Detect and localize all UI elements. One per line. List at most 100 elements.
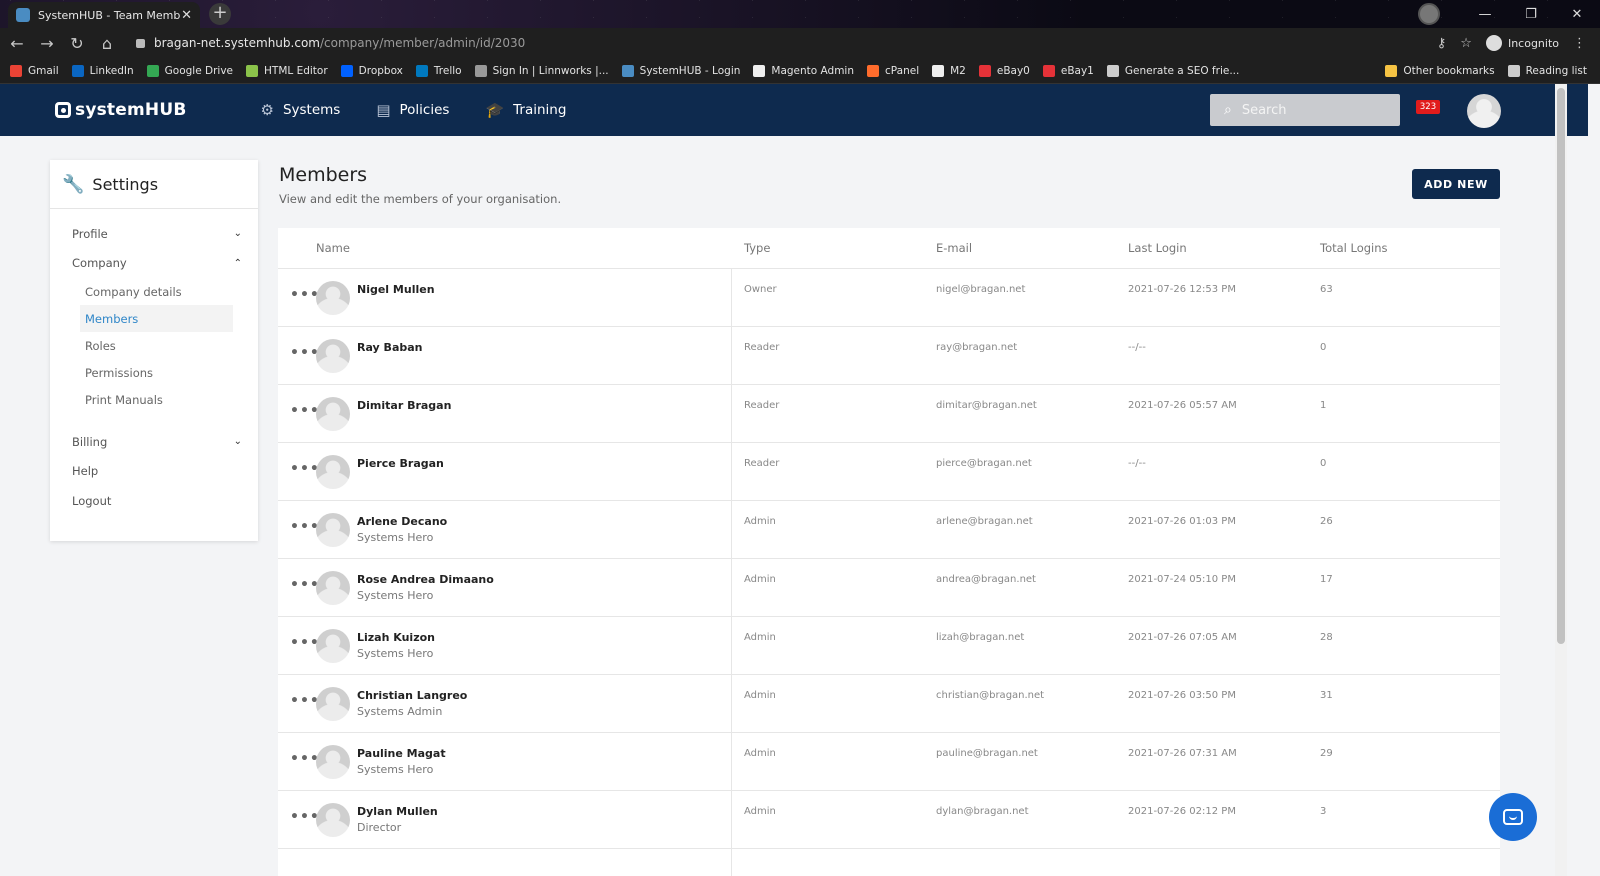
url-path: /company/member/admin/id/2030 <box>319 36 526 50</box>
bookmark-item[interactable]: Sign In | Linnworks |... <box>474 64 609 77</box>
table-row[interactable]: ••• Dylan Mullen Director Admin dylan@bragan… <box>278 791 1500 849</box>
bookmark-favicon-icon <box>978 64 991 77</box>
reload-icon[interactable]: ↻ <box>64 34 90 53</box>
forward-arrow-icon[interactable]: → <box>34 34 60 53</box>
member-name[interactable]: Rose Andrea Dimaano <box>357 573 494 586</box>
bookmark-label: Reading list <box>1525 64 1587 77</box>
table-row[interactable]: ••• Dimitar Bragan Reader dimitar@bragan.ne… <box>278 385 1500 443</box>
sidebar-item-logout[interactable]: Logout <box>50 486 258 516</box>
sidebar-item-help[interactable]: Help <box>50 457 258 487</box>
member-name[interactable]: Pierce Bragan <box>357 457 444 470</box>
star-icon[interactable]: ☆ <box>1460 36 1472 51</box>
member-name[interactable]: Dimitar Bragan <box>357 399 451 412</box>
bookmark-item[interactable]: Other bookmarks <box>1385 64 1495 77</box>
search-input[interactable] <box>1241 102 1382 118</box>
restore-button[interactable]: ❐ <box>1508 7 1554 22</box>
browser-tab[interactable]: SystemHUB - Team Members ✕ <box>8 2 200 28</box>
bookmark-item[interactable]: Magento Admin <box>753 64 854 77</box>
bookmark-item[interactable]: M2 <box>932 64 966 77</box>
sidebar-item-permissions[interactable]: Permissions <box>80 359 233 386</box>
bookmark-item[interactable]: Dropbox <box>340 64 403 77</box>
column-header-name[interactable]: Name <box>316 241 350 255</box>
url-field[interactable]: bragan-net.systemhub.com/company/member/… <box>154 36 525 50</box>
column-header-type[interactable]: Type <box>744 241 770 255</box>
member-name[interactable]: Ray Baban <box>357 341 423 354</box>
bookmark-item[interactable]: Generate a SEO frie... <box>1106 64 1239 77</box>
back-arrow-icon[interactable]: ← <box>4 34 30 53</box>
sidebar-item-profile[interactable]: Profile ⌄ <box>50 219 258 249</box>
new-tab-button[interactable]: + <box>209 3 231 25</box>
member-avatar <box>316 687 350 721</box>
table-row[interactable]: ••• Rose Andrea Dimaano Systems Hero Admin a… <box>278 559 1500 617</box>
window-close-button[interactable]: ✕ <box>1554 7 1600 22</box>
incognito-indicator[interactable]: Incognito <box>1485 35 1559 51</box>
bookmark-item[interactable]: eBay0 <box>978 64 1030 77</box>
table-row[interactable]: ••• Nigel Mullen Owner nigel@bragan.net 2021… <box>278 269 1500 327</box>
tab-close-icon[interactable]: ✕ <box>181 8 192 23</box>
column-header-last-login[interactable]: Last Login <box>1128 241 1187 255</box>
bookmark-label: eBay0 <box>996 64 1030 77</box>
nav-systems[interactable]: ⚙ Systems <box>260 101 340 119</box>
table-row[interactable]: ••• Lizah Kuizon Systems Hero Admin lizah@br… <box>278 617 1500 675</box>
nav-policies[interactable]: ▤ Policies <box>376 101 449 119</box>
member-name[interactable]: Dylan Mullen <box>357 805 438 818</box>
address-bar-actions: ⚷ ☆ Incognito ⋮ <box>1437 35 1586 51</box>
sidebar-item-members[interactable]: Members <box>80 305 233 332</box>
table-row[interactable]: ••• Pierce Bragan Reader pierce@bragan.net -… <box>278 443 1500 501</box>
user-avatar[interactable] <box>1467 94 1501 128</box>
sidebar-item-company-details[interactable]: Company details <box>80 278 233 305</box>
bookmark-item[interactable]: Trello <box>415 64 462 77</box>
key-icon[interactable]: ⚷ <box>1437 36 1447 51</box>
chat-launcher-button[interactable] <box>1489 793 1537 841</box>
member-last-login: 2021-07-26 02:12 PM <box>1128 806 1236 817</box>
bookmark-item[interactable]: Google Drive <box>146 64 233 77</box>
settings-header: 🔧 Settings <box>50 160 258 209</box>
add-new-button[interactable]: ADD NEW <box>1412 169 1500 199</box>
home-icon[interactable]: ⌂ <box>94 34 120 53</box>
bookmark-label: Sign In | Linnworks |... <box>492 64 609 77</box>
sidebar-item-company[interactable]: Company ⌃ <box>50 249 258 279</box>
member-total-logins: 29 <box>1320 748 1333 759</box>
bookmark-item[interactable]: Reading list <box>1507 64 1587 77</box>
member-last-login: 2021-07-26 05:57 AM <box>1128 400 1237 411</box>
browser-profile-icon[interactable] <box>1418 3 1440 25</box>
bookmark-item[interactable]: LinkedIn <box>71 64 134 77</box>
notification-badge[interactable]: 323 <box>1416 100 1440 114</box>
systemhub-logo[interactable]: systemHUB <box>55 100 186 120</box>
member-name[interactable]: Christian Langreo <box>357 689 467 702</box>
minimize-button[interactable]: — <box>1462 7 1508 22</box>
bookmark-item[interactable]: cPanel <box>867 64 919 77</box>
sidebar-item-billing[interactable]: Billing ⌄ <box>50 427 258 457</box>
bookmark-item[interactable]: Gmail <box>10 64 59 77</box>
member-total-logins: 28 <box>1320 632 1333 643</box>
bookmark-item[interactable]: eBay1 <box>1042 64 1094 77</box>
member-name[interactable]: Pauline Magat <box>357 747 446 760</box>
sidebar-item-print-manuals[interactable]: Print Manuals <box>80 386 233 413</box>
bookmark-item[interactable]: SystemHUB - Login <box>621 64 740 77</box>
member-name[interactable]: Lizah Kuizon <box>357 631 435 644</box>
member-name[interactable]: Nigel Mullen <box>357 283 435 296</box>
member-avatar <box>316 281 350 315</box>
table-row[interactable]: ••• Christian Langreo Systems Admin Admin ch… <box>278 675 1500 733</box>
bookmark-favicon-icon <box>146 64 159 77</box>
scrollbar-thumb[interactable] <box>1557 88 1565 644</box>
lock-icon[interactable] <box>136 38 145 48</box>
member-total-logins: 0 <box>1320 458 1327 469</box>
member-role: Systems Admin <box>357 705 443 718</box>
nav-training[interactable]: 🎓 Training <box>485 101 566 119</box>
sidebar-item-roles[interactable]: Roles <box>80 332 233 359</box>
chat-icon <box>1503 809 1523 825</box>
table-row[interactable]: ••• Ray Baban Reader ray@bragan.net --/-- 0 <box>278 327 1500 385</box>
table-row[interactable]: ••• Arlene Decano Systems Hero Admin arlene@… <box>278 501 1500 559</box>
column-header-email[interactable]: E-mail <box>936 241 972 255</box>
table-row[interactable]: ••• Pauline Magat Systems Hero Admin pauline… <box>278 733 1500 791</box>
bookmark-favicon-icon <box>753 64 766 77</box>
table-body: ••• Nigel Mullen Owner nigel@bragan.net 2021… <box>278 269 1500 849</box>
member-name[interactable]: Arlene Decano <box>357 515 447 528</box>
column-header-total-logins[interactable]: Total Logins <box>1320 241 1388 255</box>
bookmark-favicon-icon <box>1385 64 1398 77</box>
browser-menu-icon[interactable]: ⋮ <box>1573 36 1586 51</box>
bookmark-item[interactable]: HTML Editor <box>246 64 328 77</box>
search-box[interactable]: ⌕ <box>1210 94 1400 126</box>
page-scrollbar[interactable] <box>1555 84 1567 876</box>
